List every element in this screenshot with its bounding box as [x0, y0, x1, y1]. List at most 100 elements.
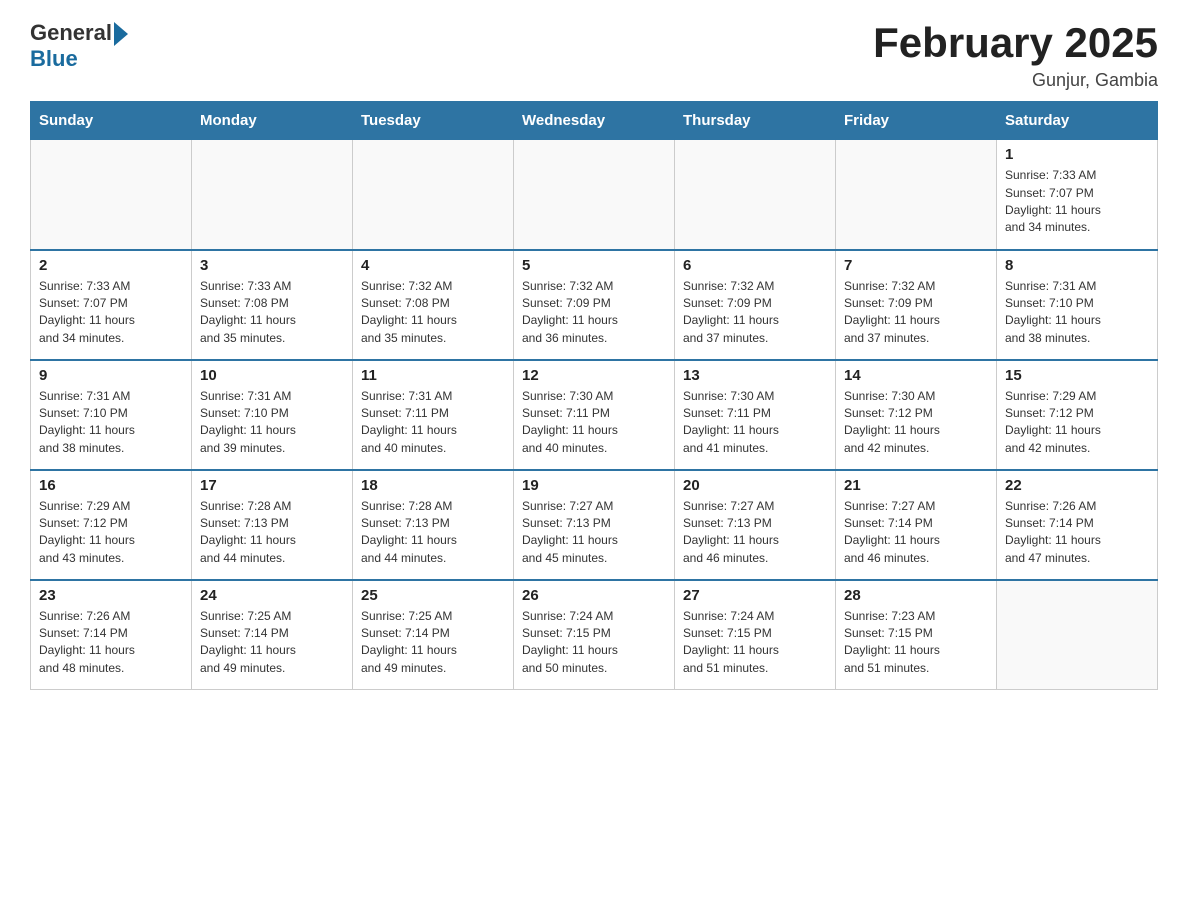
day-info: Sunrise: 7:30 AM Sunset: 7:12 PM Dayligh…	[844, 388, 988, 458]
calendar-cell: 16 Sunrise: 7:29 AM Sunset: 7:12 PM Dayli…	[31, 470, 192, 580]
day-number: 13	[683, 367, 827, 384]
day-info: Sunrise: 7:24 AM Sunset: 7:15 PM Dayligh…	[522, 608, 666, 678]
calendar-cell: 28 Sunrise: 7:23 AM Sunset: 7:15 PM Dayli…	[836, 580, 997, 690]
day-number: 4	[361, 257, 505, 274]
calendar-cell: 26 Sunrise: 7:24 AM Sunset: 7:15 PM Dayli…	[514, 580, 675, 690]
day-number: 24	[200, 587, 344, 604]
day-number: 28	[844, 587, 988, 604]
day-info: Sunrise: 7:27 AM Sunset: 7:13 PM Dayligh…	[522, 498, 666, 568]
weekday-header-tuesday: Tuesday	[353, 102, 514, 140]
day-info: Sunrise: 7:23 AM Sunset: 7:15 PM Dayligh…	[844, 608, 988, 678]
day-info: Sunrise: 7:31 AM Sunset: 7:11 PM Dayligh…	[361, 388, 505, 458]
day-info: Sunrise: 7:33 AM Sunset: 7:08 PM Dayligh…	[200, 278, 344, 348]
calendar-cell: 12 Sunrise: 7:30 AM Sunset: 7:11 PM Dayli…	[514, 360, 675, 470]
day-info: Sunrise: 7:28 AM Sunset: 7:13 PM Dayligh…	[361, 498, 505, 568]
calendar-cell: 5 Sunrise: 7:32 AM Sunset: 7:09 PM Daylig…	[514, 250, 675, 360]
page-header: General Blue February 2025 Gunjur, Gambi…	[30, 20, 1158, 91]
location-subtitle: Gunjur, Gambia	[873, 70, 1158, 91]
calendar-cell: 18 Sunrise: 7:28 AM Sunset: 7:13 PM Dayli…	[353, 470, 514, 580]
day-info: Sunrise: 7:30 AM Sunset: 7:11 PM Dayligh…	[683, 388, 827, 458]
day-info: Sunrise: 7:32 AM Sunset: 7:08 PM Dayligh…	[361, 278, 505, 348]
day-number: 7	[844, 257, 988, 274]
weekday-header-thursday: Thursday	[675, 102, 836, 140]
day-info: Sunrise: 7:25 AM Sunset: 7:14 PM Dayligh…	[200, 608, 344, 678]
calendar-cell: 21 Sunrise: 7:27 AM Sunset: 7:14 PM Dayli…	[836, 470, 997, 580]
day-number: 14	[844, 367, 988, 384]
day-number: 17	[200, 477, 344, 494]
day-number: 15	[1005, 367, 1149, 384]
logo-general-text: General	[30, 20, 112, 46]
calendar-cell: 27Sunrise: 7:24 AM Sunset: 7:15 PM Dayli…	[675, 580, 836, 690]
calendar-cell	[514, 140, 675, 250]
day-number: 9	[39, 367, 183, 384]
calendar-cell: 1 Sunrise: 7:33 AM Sunset: 7:07 PM Daylig…	[997, 140, 1158, 250]
calendar-cell	[192, 140, 353, 250]
calendar-cell: 23 Sunrise: 7:26 AM Sunset: 7:14 PM Dayli…	[31, 580, 192, 690]
day-number: 21	[844, 477, 988, 494]
calendar-cell: 19 Sunrise: 7:27 AM Sunset: 7:13 PM Dayli…	[514, 470, 675, 580]
weekday-header-monday: Monday	[192, 102, 353, 140]
calendar-cell: 11Sunrise: 7:31 AM Sunset: 7:11 PM Dayli…	[353, 360, 514, 470]
weekday-header-saturday: Saturday	[997, 102, 1158, 140]
calendar-cell: 3Sunrise: 7:33 AM Sunset: 7:08 PM Daylig…	[192, 250, 353, 360]
calendar-cell: 14 Sunrise: 7:30 AM Sunset: 7:12 PM Dayli…	[836, 360, 997, 470]
week-row-3: 9Sunrise: 7:31 AM Sunset: 7:10 PM Daylig…	[31, 360, 1158, 470]
day-info: Sunrise: 7:26 AM Sunset: 7:14 PM Dayligh…	[39, 608, 183, 678]
week-row-1: 1 Sunrise: 7:33 AM Sunset: 7:07 PM Daylig…	[31, 140, 1158, 250]
day-number: 2	[39, 257, 183, 274]
day-info: Sunrise: 7:33 AM Sunset: 7:07 PM Dayligh…	[39, 278, 183, 348]
day-number: 8	[1005, 257, 1149, 274]
calendar-cell: 4 Sunrise: 7:32 AM Sunset: 7:08 PM Daylig…	[353, 250, 514, 360]
day-number: 26	[522, 587, 666, 604]
calendar-cell: 17 Sunrise: 7:28 AM Sunset: 7:13 PM Dayli…	[192, 470, 353, 580]
day-number: 12	[522, 367, 666, 384]
day-number: 18	[361, 477, 505, 494]
calendar-table: SundayMondayTuesdayWednesdayThursdayFrid…	[30, 101, 1158, 690]
calendar-cell	[31, 140, 192, 250]
day-info: Sunrise: 7:32 AM Sunset: 7:09 PM Dayligh…	[844, 278, 988, 348]
weekday-header-sunday: Sunday	[31, 102, 192, 140]
day-number: 6	[683, 257, 827, 274]
day-info: Sunrise: 7:26 AM Sunset: 7:14 PM Dayligh…	[1005, 498, 1149, 568]
calendar-cell	[997, 580, 1158, 690]
day-info: Sunrise: 7:27 AM Sunset: 7:13 PM Dayligh…	[683, 498, 827, 568]
calendar-cell: 13 Sunrise: 7:30 AM Sunset: 7:11 PM Dayli…	[675, 360, 836, 470]
calendar-cell: 9Sunrise: 7:31 AM Sunset: 7:10 PM Daylig…	[31, 360, 192, 470]
day-info: Sunrise: 7:32 AM Sunset: 7:09 PM Dayligh…	[683, 278, 827, 348]
month-title: February 2025	[873, 20, 1158, 66]
calendar-cell: 6 Sunrise: 7:32 AM Sunset: 7:09 PM Daylig…	[675, 250, 836, 360]
calendar-cell: 25Sunrise: 7:25 AM Sunset: 7:14 PM Dayli…	[353, 580, 514, 690]
weekday-header-row: SundayMondayTuesdayWednesdayThursdayFrid…	[31, 102, 1158, 140]
day-number: 16	[39, 477, 183, 494]
day-info: Sunrise: 7:25 AM Sunset: 7:14 PM Dayligh…	[361, 608, 505, 678]
day-info: Sunrise: 7:33 AM Sunset: 7:07 PM Dayligh…	[1005, 167, 1149, 237]
day-info: Sunrise: 7:27 AM Sunset: 7:14 PM Dayligh…	[844, 498, 988, 568]
calendar-cell: 24 Sunrise: 7:25 AM Sunset: 7:14 PM Dayli…	[192, 580, 353, 690]
title-area: February 2025 Gunjur, Gambia	[873, 20, 1158, 91]
calendar-cell: 10Sunrise: 7:31 AM Sunset: 7:10 PM Dayli…	[192, 360, 353, 470]
calendar-cell	[836, 140, 997, 250]
day-number: 5	[522, 257, 666, 274]
week-row-4: 16 Sunrise: 7:29 AM Sunset: 7:12 PM Dayli…	[31, 470, 1158, 580]
weekday-header-wednesday: Wednesday	[514, 102, 675, 140]
week-row-2: 2 Sunrise: 7:33 AM Sunset: 7:07 PM Daylig…	[31, 250, 1158, 360]
day-info: Sunrise: 7:29 AM Sunset: 7:12 PM Dayligh…	[39, 498, 183, 568]
logo-blue-text: Blue	[30, 46, 78, 71]
day-number: 23	[39, 587, 183, 604]
calendar-cell: 15Sunrise: 7:29 AM Sunset: 7:12 PM Dayli…	[997, 360, 1158, 470]
calendar-cell: 20Sunrise: 7:27 AM Sunset: 7:13 PM Dayli…	[675, 470, 836, 580]
day-info: Sunrise: 7:28 AM Sunset: 7:13 PM Dayligh…	[200, 498, 344, 568]
calendar-cell: 2 Sunrise: 7:33 AM Sunset: 7:07 PM Daylig…	[31, 250, 192, 360]
day-number: 1	[1005, 146, 1149, 163]
calendar-cell: 7 Sunrise: 7:32 AM Sunset: 7:09 PM Daylig…	[836, 250, 997, 360]
day-info: Sunrise: 7:32 AM Sunset: 7:09 PM Dayligh…	[522, 278, 666, 348]
day-number: 10	[200, 367, 344, 384]
weekday-header-friday: Friday	[836, 102, 997, 140]
day-number: 19	[522, 477, 666, 494]
day-info: Sunrise: 7:24 AM Sunset: 7:15 PM Dayligh…	[683, 608, 827, 678]
calendar-cell	[675, 140, 836, 250]
day-info: Sunrise: 7:30 AM Sunset: 7:11 PM Dayligh…	[522, 388, 666, 458]
logo-arrow-icon	[114, 22, 128, 46]
calendar-cell: 22Sunrise: 7:26 AM Sunset: 7:14 PM Dayli…	[997, 470, 1158, 580]
logo: General Blue	[30, 20, 128, 72]
